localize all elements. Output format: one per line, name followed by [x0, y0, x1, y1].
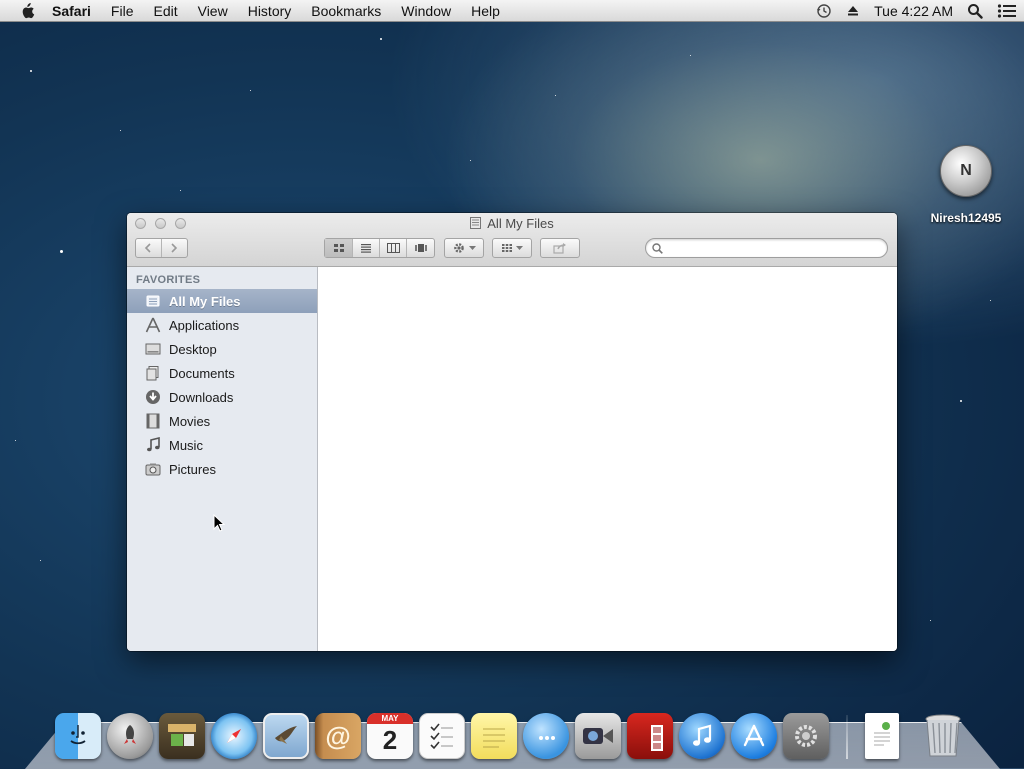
sidebar-item-label: Desktop	[169, 341, 217, 357]
sidebar-item-documents[interactable]: Documents	[127, 361, 317, 385]
calendar-day: 2	[382, 725, 398, 755]
menu-view[interactable]: View	[188, 0, 238, 22]
arrange-grid-icon	[502, 244, 512, 252]
menu-help[interactable]: Help	[461, 0, 510, 22]
action-menu-button[interactable]	[444, 238, 484, 258]
applications-icon	[145, 317, 161, 333]
contacts-icon[interactable]: @	[315, 713, 361, 759]
all-my-files-icon	[470, 217, 482, 229]
downloads-icon	[145, 389, 161, 405]
dock: @ MAY 2	[52, 703, 969, 759]
finder-window: All My Files FAVORITES All My Files Appl…	[127, 213, 897, 651]
sidebar-item-label: Applications	[169, 317, 240, 333]
safari-icon[interactable]	[211, 713, 257, 759]
desktop-icon	[145, 341, 161, 357]
eject-icon[interactable]	[846, 4, 860, 18]
documents-stack-icon[interactable]	[865, 713, 899, 759]
pictures-icon	[145, 461, 161, 477]
hard-disk-icon: N	[940, 145, 992, 197]
sidebar-item-applications[interactable]: Applications	[127, 313, 317, 337]
menu-bookmarks[interactable]: Bookmarks	[301, 0, 391, 22]
menu-edit[interactable]: Edit	[143, 0, 187, 22]
list-view-icon	[361, 244, 371, 253]
menu-file[interactable]: File	[101, 0, 144, 22]
view-mode-buttons	[324, 238, 435, 258]
menu-window[interactable]: Window	[391, 0, 461, 22]
arrange-menu-button[interactable]	[492, 238, 532, 258]
calendar-month: MAY	[367, 713, 413, 724]
share-icon	[553, 243, 566, 254]
music-icon	[145, 437, 161, 453]
apple-menu-icon[interactable]	[18, 2, 36, 19]
back-forward-buttons	[135, 238, 188, 258]
sidebar-item-label: All My Files	[169, 293, 241, 309]
search-field[interactable]	[645, 238, 888, 258]
mouse-cursor-icon	[213, 514, 225, 532]
sidebar-heading-favorites: FAVORITES	[136, 274, 201, 286]
share-button[interactable]	[540, 238, 580, 258]
search-icon	[652, 242, 663, 254]
menu-history[interactable]: History	[238, 0, 302, 22]
gear-icon	[454, 243, 464, 253]
window-toolbar: All My Files	[127, 213, 897, 267]
window-title-text: All My Files	[487, 216, 554, 231]
messages-icon[interactable]	[523, 713, 569, 759]
photo-browser-icon[interactable]	[159, 713, 205, 759]
sidebar-item-movies[interactable]: Movies	[127, 409, 317, 433]
menu-clock[interactable]: Tue 4:22 AM	[874, 3, 953, 19]
trash-icon[interactable]	[920, 713, 966, 759]
time-machine-icon[interactable]	[816, 3, 832, 19]
photo-booth-icon[interactable]	[627, 713, 673, 759]
movies-icon	[145, 413, 161, 429]
file-content-area[interactable]	[318, 267, 897, 651]
all-my-files-icon	[145, 293, 161, 309]
itunes-icon[interactable]	[679, 713, 725, 759]
sidebar-item-pictures[interactable]: Pictures	[127, 457, 317, 481]
spotlight-search-icon[interactable]	[967, 3, 983, 19]
chevron-left-icon	[145, 243, 151, 253]
facetime-icon[interactable]	[575, 713, 621, 759]
sidebar-item-label: Downloads	[169, 389, 234, 405]
search-input[interactable]	[667, 240, 871, 256]
desktop-volume-label: Niresh12495	[930, 211, 1002, 225]
back-button[interactable]	[136, 239, 162, 257]
column-view-button[interactable]	[380, 239, 407, 257]
sidebar-item-label: Documents	[169, 365, 235, 381]
chevron-down-icon	[516, 245, 523, 250]
sidebar-item-label: Movies	[169, 413, 211, 429]
mail-icon[interactable]	[263, 713, 309, 759]
icon-view-button[interactable]	[325, 239, 353, 257]
sidebar-item-music[interactable]: Music	[127, 433, 317, 457]
at-sign-icon: @	[325, 720, 351, 751]
system-preferences-icon[interactable]	[783, 713, 829, 759]
sidebar-item-desktop[interactable]: Desktop	[127, 337, 317, 361]
documents-icon	[145, 365, 161, 381]
reminders-icon[interactable]	[419, 713, 465, 759]
icon-view-icon	[333, 244, 344, 252]
sidebar-item-all-my-files[interactable]: All My Files	[127, 289, 317, 313]
dock-separator	[846, 715, 848, 759]
sidebar: FAVORITES All My Files Applications Desk…	[127, 267, 318, 651]
window-title: All My Files	[127, 216, 897, 231]
menu-bar: Safari File Edit View History Bookmarks …	[0, 0, 1024, 22]
sidebar-item-label: Pictures	[169, 461, 216, 477]
calendar-icon[interactable]: MAY 2	[367, 713, 413, 759]
notification-center-icon[interactable]	[997, 3, 1017, 19]
forward-button[interactable]	[162, 239, 187, 257]
column-view-icon	[386, 243, 400, 253]
app-store-icon[interactable]	[731, 713, 777, 759]
chevron-right-icon	[171, 243, 178, 253]
notes-icon[interactable]	[471, 713, 517, 759]
chevron-down-icon	[469, 245, 476, 250]
menu-app-safari[interactable]: Safari	[46, 0, 101, 22]
finder-icon[interactable]	[55, 713, 101, 759]
sidebar-item-label: Music	[169, 437, 203, 453]
cover-flow-icon	[414, 244, 427, 252]
list-view-button[interactable]	[353, 239, 380, 257]
launchpad-icon[interactable]	[107, 713, 153, 759]
sidebar-item-downloads[interactable]: Downloads	[127, 385, 317, 409]
desktop-volume-icon[interactable]: N Niresh12495	[920, 145, 1012, 225]
cover-flow-button[interactable]	[407, 239, 434, 257]
